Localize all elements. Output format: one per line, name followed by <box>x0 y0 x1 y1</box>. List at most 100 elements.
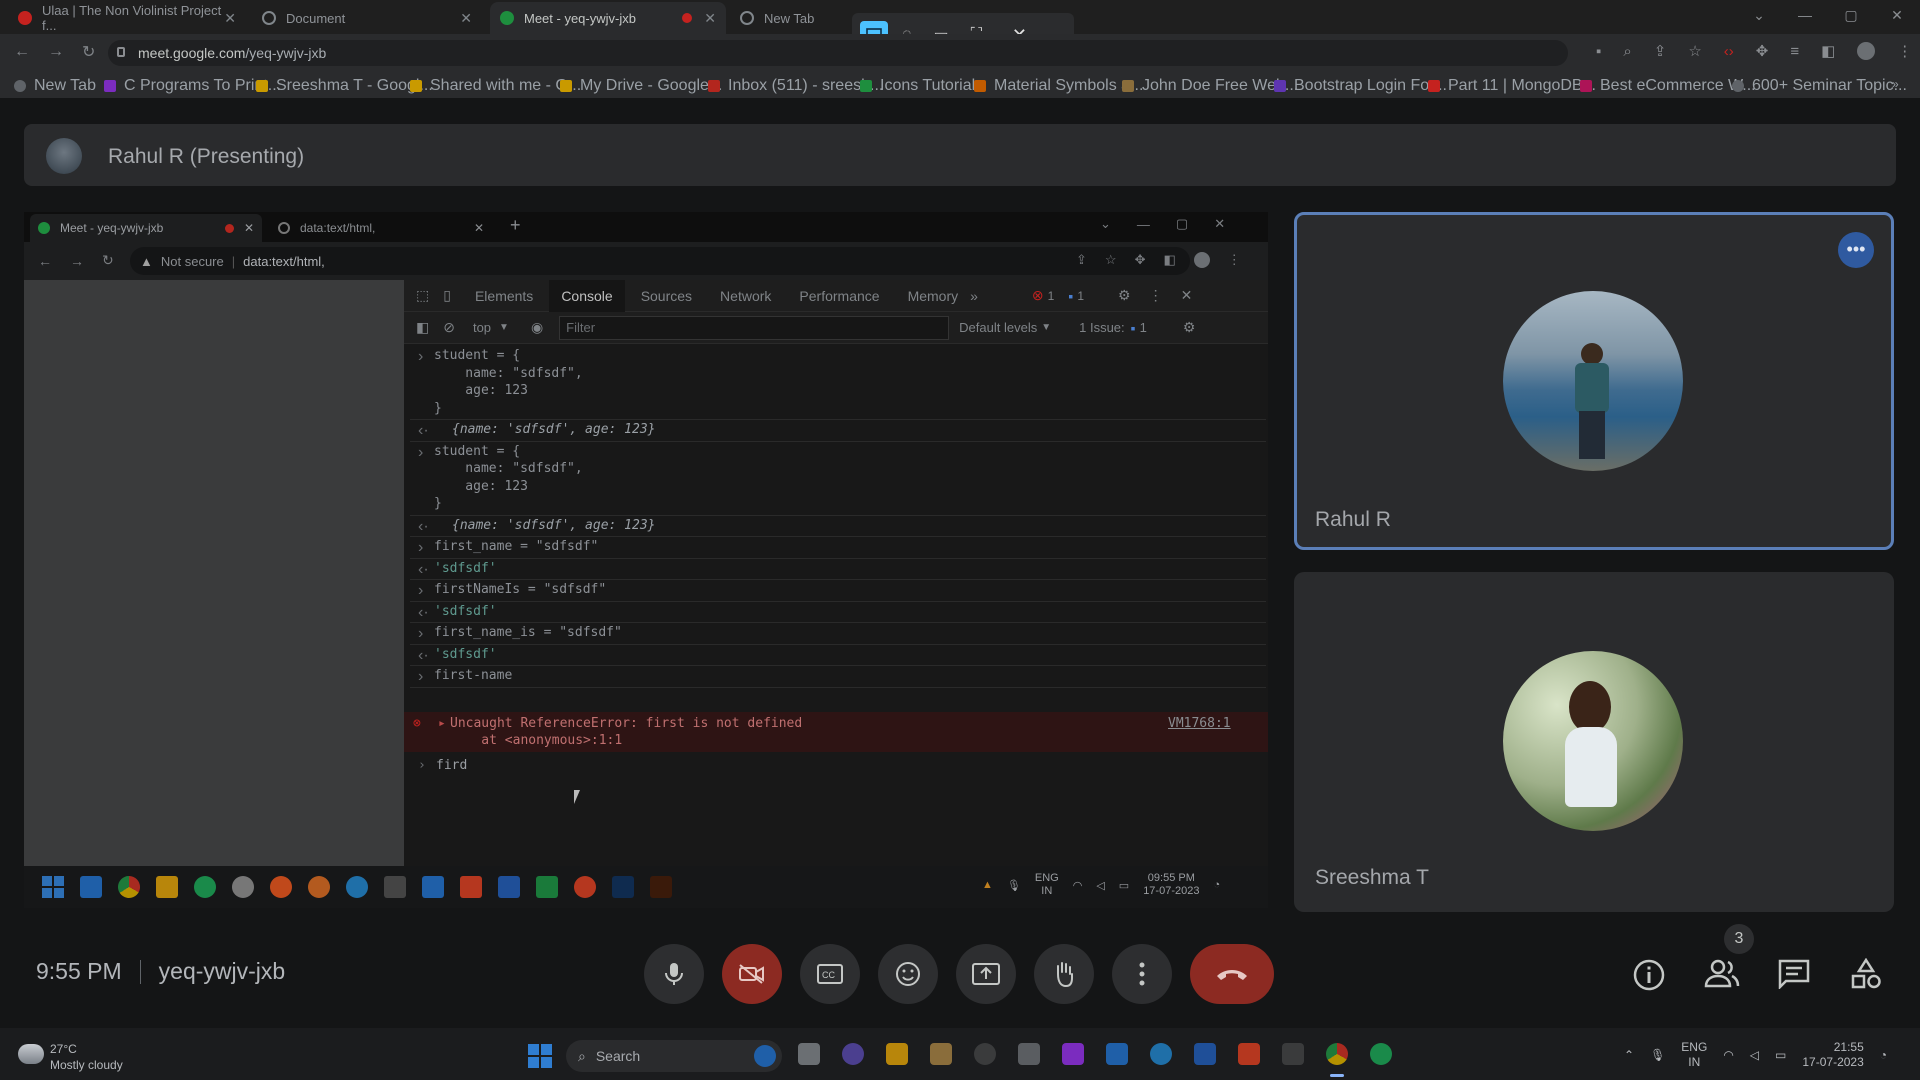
back-icon[interactable]: ← <box>14 43 30 61</box>
bookmark-item[interactable]: Material Symbols a... <box>974 77 1143 95</box>
figma-icon[interactable] <box>1062 1043 1084 1065</box>
edge-icon[interactable] <box>1150 1043 1172 1065</box>
browser-tab-active[interactable]: Meet - yeq-ywjv-jxb ✕ <box>490 2 726 34</box>
whatsapp-icon[interactable] <box>194 876 216 898</box>
raise-hand-button[interactable] <box>1034 944 1094 1004</box>
more-tabs-icon[interactable]: » <box>970 288 978 304</box>
menu-icon[interactable]: ⋮ <box>1897 42 1912 60</box>
illustrator-icon[interactable] <box>650 876 672 898</box>
profile-avatar[interactable] <box>1193 252 1210 268</box>
notification-icon[interactable]: ◔ <box>1880 1048 1887 1062</box>
device-toolbar-icon[interactable]: ▯ <box>443 287 451 304</box>
share-icon[interactable]: ⇪ <box>1076 252 1087 268</box>
eye-icon[interactable]: ◉ <box>531 319 543 336</box>
back-icon[interactable]: ← <box>38 253 52 269</box>
vscode-icon[interactable] <box>1106 1043 1128 1065</box>
reload-icon[interactable]: ↻ <box>102 252 114 269</box>
zoom-icon[interactable]: ⌕ <box>1623 43 1631 60</box>
error-source-link[interactable]: VM1768:1 <box>1168 716 1231 731</box>
more-bookmarks-icon[interactable]: » <box>1892 77 1899 91</box>
terminal-icon[interactable] <box>384 876 406 898</box>
bookmark-item[interactable]: Inbox (511) - sreesh... <box>708 77 883 95</box>
new-tab-icon[interactable]: + <box>510 215 521 236</box>
more-options-icon[interactable]: ••• <box>1838 232 1874 268</box>
app-icon[interactable] <box>232 876 254 898</box>
task-view-icon[interactable] <box>798 1043 820 1065</box>
whatsapp-icon[interactable] <box>1370 1043 1392 1065</box>
mic-icon[interactable]: 🎙 <box>1650 1048 1665 1062</box>
excel-icon[interactable] <box>536 876 558 898</box>
filter-input[interactable]: Filter <box>559 315 950 340</box>
meeting-details-button[interactable] <box>1632 958 1666 992</box>
console-output-line[interactable]: 'sdfsdf' <box>434 561 1298 576</box>
word-icon[interactable] <box>498 876 520 898</box>
bookmark-item[interactable]: My Drive - Google... <box>560 77 722 95</box>
weather-widget[interactable]: 27°C Mostly cloudy <box>50 1041 123 1073</box>
browser-tab[interactable]: Document ✕ <box>252 2 482 34</box>
side-panel-icon[interactable]: ◧ <box>1821 42 1835 60</box>
profile-avatar[interactable] <box>1857 42 1876 60</box>
vscode-icon[interactable] <box>80 876 102 898</box>
anydesk-icon[interactable] <box>1238 1043 1260 1065</box>
reload-icon[interactable]: ↻ <box>82 42 95 62</box>
forward-icon[interactable]: → <box>48 43 64 61</box>
star-icon[interactable]: ☆ <box>1688 42 1701 60</box>
console-prompt-input[interactable]: fird <box>436 758 467 773</box>
sidebar-toggle-icon[interactable]: ◧ <box>416 319 429 336</box>
close-tab-icon[interactable]: ✕ <box>704 10 716 27</box>
app-icon[interactable] <box>1018 1043 1040 1065</box>
shared-tab-active[interactable]: Meet - yeq-ywjv-jxb ✕ <box>30 214 262 242</box>
terminal-icon[interactable] <box>1282 1043 1304 1065</box>
leave-call-button[interactable] <box>1190 944 1274 1004</box>
star-icon[interactable]: ☆ <box>1105 252 1117 268</box>
bookmark-item[interactable]: Bootstrap Login For... <box>1274 77 1447 95</box>
chrome-icon[interactable] <box>118 876 140 898</box>
file-explorer-icon[interactable] <box>886 1043 908 1065</box>
volume-icon[interactable]: ◁ <box>1750 1048 1759 1062</box>
close-tab-icon[interactable]: ✕ <box>244 221 254 235</box>
console-output-line[interactable]: 'sdfsdf' <box>434 604 1298 619</box>
forward-icon[interactable]: → <box>70 253 84 269</box>
bookmark-item[interactable]: 600+ Seminar Topic... <box>1732 77 1907 95</box>
bookmark-item[interactable]: Icons Tutorial <box>860 77 975 95</box>
meet-chat-icon[interactable] <box>842 1043 864 1065</box>
chevron-down-icon[interactable]: ⌄ <box>1100 216 1111 232</box>
bookmark-item[interactable]: C Programs To Print... <box>104 77 281 95</box>
devtools-tab-elements[interactable]: Elements <box>475 288 533 304</box>
close-tab-icon[interactable]: ✕ <box>224 10 236 27</box>
mic-button[interactable] <box>644 944 704 1004</box>
present-button[interactable] <box>956 944 1016 1004</box>
lock-icon[interactable] <box>117 47 125 57</box>
devtools-tab-sources[interactable]: Sources <box>641 288 692 304</box>
menu-icon[interactable]: ⋮ <box>1228 252 1241 268</box>
files-icon[interactable] <box>422 876 444 898</box>
taskbar-search[interactable]: ⌕ Search <box>566 1040 782 1072</box>
minimize-icon[interactable]: — <box>1137 217 1150 232</box>
photoshop-icon[interactable] <box>612 876 634 898</box>
word-icon[interactable] <box>1194 1043 1216 1065</box>
file-explorer-icon[interactable] <box>156 876 178 898</box>
tab-search-icon[interactable]: ⌄ <box>1736 7 1782 24</box>
wifi-icon[interactable]: ◠ <box>1723 1048 1733 1062</box>
reactions-button[interactable] <box>878 944 938 1004</box>
maximize-icon[interactable]: ▢ <box>1176 216 1188 232</box>
shared-omnibox[interactable]: ▲ Not secure | data:text/html, <box>130 247 1190 275</box>
devtools-tab-performance[interactable]: Performance <box>799 288 879 304</box>
devtools-tab-console[interactable]: Console <box>549 279 625 312</box>
context-select[interactable]: top <box>473 320 491 335</box>
battery-icon[interactable]: ▭ <box>1775 1048 1786 1062</box>
console-output-line[interactable]: {name: 'sdfsdf', age: 123} <box>452 518 1316 533</box>
issues-label[interactable]: 1 Issue: <box>1079 320 1125 335</box>
bookmark-item[interactable]: Sreeshma T - Googl... <box>256 77 433 95</box>
meeting-code[interactable]: yeq-ywjv-jxb <box>159 958 286 985</box>
share-icon[interactable]: ⇪ <box>1654 42 1667 60</box>
chrome-icon[interactable] <box>1326 1043 1348 1065</box>
log-levels-select[interactable]: Default levels <box>959 320 1037 335</box>
console-settings-icon[interactable]: ⚙ <box>1183 319 1196 336</box>
activities-button[interactable] <box>1850 958 1882 990</box>
windows-start-icon[interactable] <box>528 1044 552 1068</box>
close-tab-icon[interactable]: ✕ <box>474 221 484 235</box>
bookmark-item[interactable]: Shared with me - G... <box>410 77 581 95</box>
more-options-icon[interactable]: ⋮ <box>1149 287 1163 304</box>
close-tab-icon[interactable]: ✕ <box>460 10 472 27</box>
